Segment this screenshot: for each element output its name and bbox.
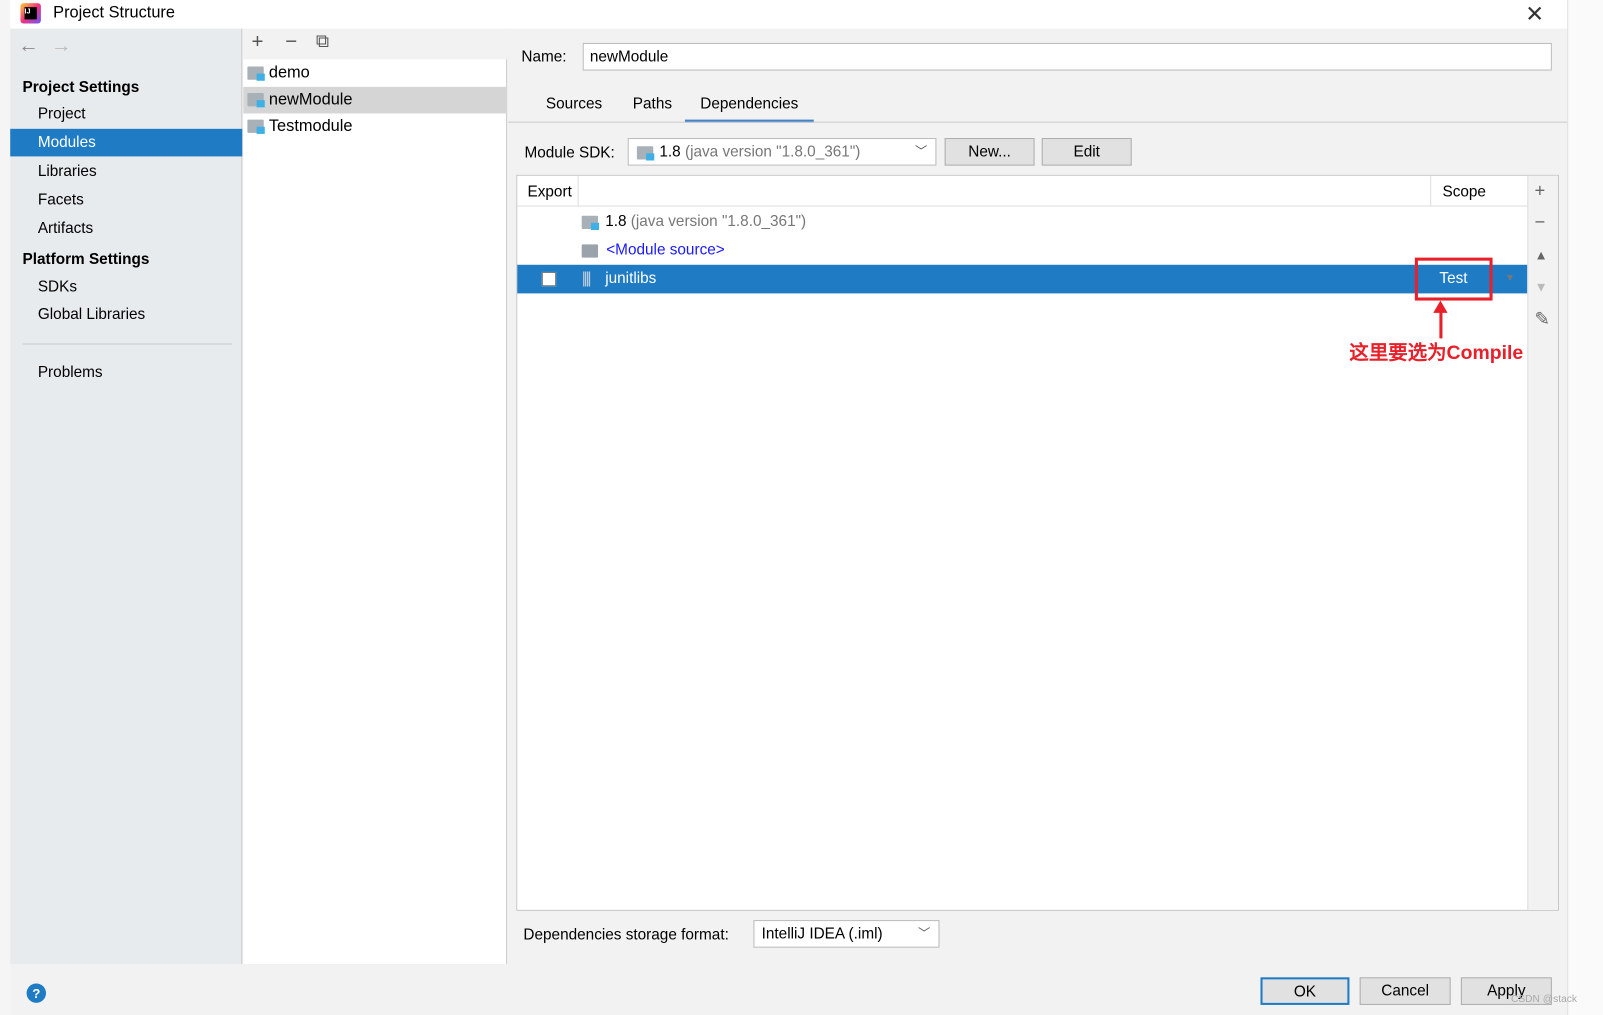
storage-format-dropdown[interactable]: IntelliJ IDEA (.iml) ﹀ bbox=[753, 920, 940, 948]
watermark: CSDN @stack bbox=[1510, 993, 1578, 1005]
module-toolbar: + − ⧉ bbox=[243, 28, 508, 60]
chevron-down-icon: ﹀ bbox=[914, 144, 928, 159]
chevron-down-icon[interactable]: ▼ bbox=[1505, 265, 1515, 294]
module-item-testmodule[interactable]: Testmodule bbox=[243, 113, 507, 140]
dependency-name: 1.8 bbox=[605, 212, 627, 231]
module-label: newModule bbox=[268, 90, 353, 109]
move-down-icon[interactable]: ▼ bbox=[1534, 279, 1547, 294]
module-item-demo[interactable]: demo bbox=[243, 60, 507, 87]
table-row[interactable]: |||| junitlibs Test ▼ bbox=[517, 264, 1528, 294]
copy-icon[interactable]: ⧉ bbox=[316, 31, 329, 52]
help-icon[interactable]: ? bbox=[26, 983, 47, 1003]
dependency-toolbar: + − ▲ ▼ ✎ bbox=[1527, 175, 1558, 910]
dependency-detail: (java version "1.8.0_361") bbox=[630, 212, 807, 231]
dependency-name: <Module source> bbox=[606, 241, 725, 259]
module-list-panel: + − ⧉ demo newModule Testmodule bbox=[243, 28, 508, 965]
remove-icon[interactable]: − bbox=[285, 31, 297, 55]
sidebar-item-facets[interactable]: Facets bbox=[10, 186, 242, 214]
module-sdk-dropdown[interactable]: 1.8 (java version "1.8.0_361") ﹀ bbox=[627, 138, 937, 166]
module-label: Testmodule bbox=[268, 117, 353, 135]
annotation-box bbox=[1414, 257, 1493, 301]
sdk-folder-icon bbox=[581, 215, 600, 231]
module-settings: Name: Sources Paths Dependencies Module … bbox=[508, 29, 1568, 964]
background-editor bbox=[0, 0, 11, 1015]
module-folder-icon bbox=[247, 93, 265, 108]
sidebar-item-problems[interactable]: Problems bbox=[10, 359, 242, 387]
table-row[interactable]: 1.8 (java version "1.8.0_361") bbox=[517, 208, 1527, 237]
cancel-button[interactable]: Cancel bbox=[1359, 977, 1451, 1005]
title-bar: IJ Project Structure ✕ bbox=[10, 0, 1568, 29]
annotation-text: 这里要选为Compile bbox=[1349, 342, 1524, 364]
background-editor-right bbox=[1567, 0, 1603, 1015]
module-folder-icon bbox=[247, 119, 265, 134]
dependencies-table: Export Scope 1.8 (java version "1.8.0_36… bbox=[516, 174, 1560, 911]
sidebar-item-libraries[interactable]: Libraries bbox=[10, 157, 242, 185]
section-platform-settings: Platform Settings bbox=[22, 250, 150, 268]
library-icon: |||| bbox=[581, 269, 592, 288]
edit-sdk-button[interactable]: Edit bbox=[1041, 138, 1132, 166]
intellij-logo-icon: IJ bbox=[20, 3, 41, 24]
sidebar-item-global-libraries[interactable]: Global Libraries bbox=[10, 301, 242, 329]
move-up-icon[interactable]: ▲ bbox=[1534, 247, 1547, 262]
window-title: Project Structure bbox=[53, 4, 175, 22]
sidebar-item-artifacts[interactable]: Artifacts bbox=[10, 215, 242, 243]
module-sdk-label: Module SDK: bbox=[524, 144, 615, 162]
tab-sources[interactable]: Sources bbox=[531, 94, 618, 123]
sidebar-item-sdks[interactable]: SDKs bbox=[10, 273, 242, 301]
back-arrow-icon[interactable]: ← bbox=[18, 35, 38, 59]
module-folder-icon bbox=[247, 66, 265, 81]
add-icon[interactable]: + bbox=[251, 31, 263, 55]
storage-format-value: IntelliJ IDEA (.iml) bbox=[761, 925, 883, 943]
tab-paths[interactable]: Paths bbox=[617, 94, 687, 123]
dependency-name: junitlibs bbox=[605, 269, 657, 288]
add-icon[interactable]: + bbox=[1534, 180, 1545, 201]
sdk-detail: (java version "1.8.0_361") bbox=[684, 143, 861, 161]
sidebar-item-project[interactable]: Project bbox=[10, 100, 242, 128]
forward-arrow-icon[interactable]: → bbox=[51, 35, 71, 59]
header-scope[interactable]: Scope bbox=[1442, 183, 1485, 200]
table-header: Export Scope bbox=[517, 175, 1528, 207]
name-label: Name: bbox=[521, 48, 567, 66]
table-row[interactable]: <Module source> bbox=[517, 236, 1527, 265]
divider bbox=[22, 343, 233, 345]
section-project-settings: Project Settings bbox=[22, 78, 140, 97]
sidebar: ← → Project Settings Project Modules Lib… bbox=[10, 28, 243, 965]
source-folder-icon bbox=[581, 244, 599, 258]
sidebar-item-modules[interactable]: Modules bbox=[10, 128, 243, 157]
edit-pencil-icon[interactable]: ✎ bbox=[1534, 309, 1549, 330]
module-item-newmodule[interactable]: newModule bbox=[243, 86, 508, 114]
sdk-version: 1.8 bbox=[659, 143, 681, 161]
tab-divider bbox=[508, 121, 1568, 123]
name-input[interactable] bbox=[582, 42, 1552, 71]
new-sdk-button[interactable]: New... bbox=[944, 138, 1035, 166]
header-export[interactable]: Export bbox=[528, 183, 572, 200]
export-checkbox[interactable] bbox=[541, 271, 557, 287]
sdk-folder-icon bbox=[636, 146, 655, 161]
remove-icon[interactable]: − bbox=[1534, 212, 1545, 233]
project-structure-dialog: IJ Project Structure ✕ ← → Project Setti… bbox=[10, 0, 1568, 1015]
ok-button[interactable]: OK bbox=[1260, 977, 1350, 1005]
storage-format-label: Dependencies storage format: bbox=[523, 926, 729, 944]
chevron-down-icon: ﹀ bbox=[918, 926, 931, 941]
tab-dependencies[interactable]: Dependencies bbox=[684, 94, 814, 123]
module-label: demo bbox=[268, 64, 310, 82]
close-icon[interactable]: ✕ bbox=[1525, 1, 1544, 28]
annotation-arrow-shaft bbox=[1439, 305, 1443, 339]
